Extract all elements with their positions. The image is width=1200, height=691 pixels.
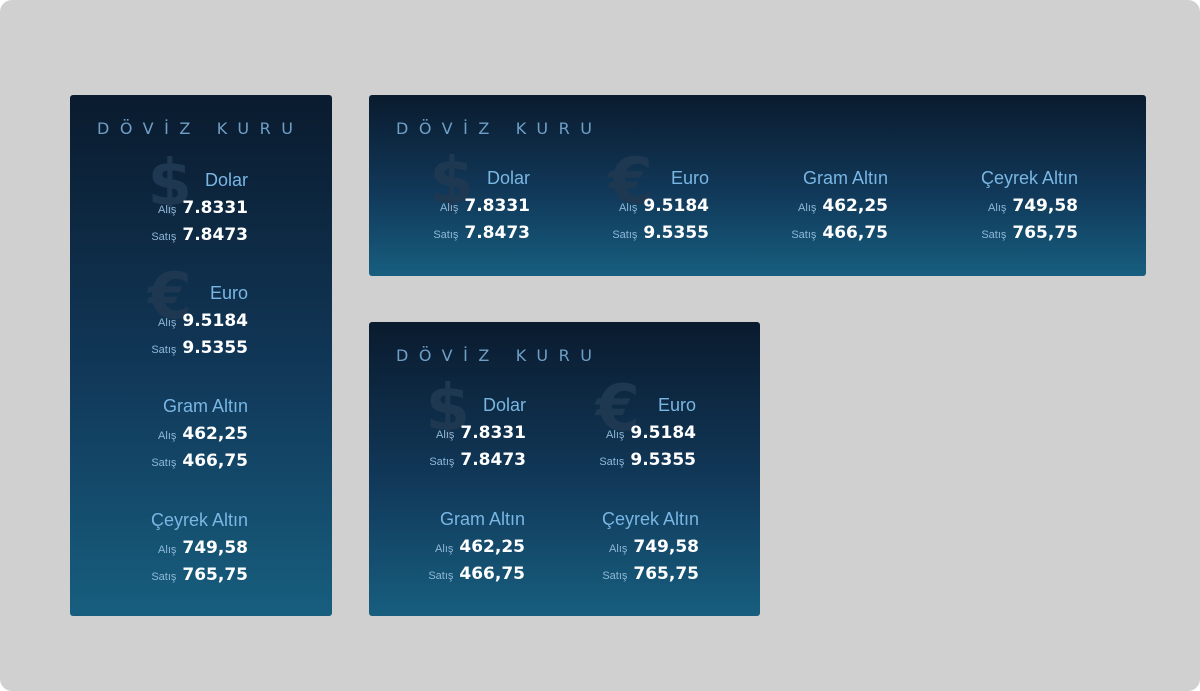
buy-label: Alış [158, 204, 177, 216]
sell-label: Satış [791, 229, 817, 241]
currency-widget-grid: DÖVİZ KURU $ Dolar Alış 7.8331 Satış 7.84… [369, 322, 760, 616]
buy-label: Alış [988, 202, 1007, 214]
buy-value: 7.8331 [182, 198, 248, 218]
sell-row: Satış 9.5355 [151, 338, 248, 358]
sell-label: Satış [602, 570, 628, 582]
buy-label: Alış [798, 202, 817, 214]
buy-row: Alış 462,25 [158, 424, 248, 444]
currency-item-ceyrek-altin: Çeyrek Altın Alış 749,58 Satış 765,75 [878, 168, 1078, 258]
sell-value: 9.5355 [630, 450, 696, 470]
buy-label: Alış [158, 317, 177, 329]
currency-name: Gram Altın [162, 396, 248, 416]
sell-value: 7.8473 [182, 225, 248, 245]
buy-label: Alış [158, 430, 177, 442]
buy-row: Alış 749,58 [988, 196, 1078, 216]
sell-value: 765,75 [1012, 223, 1078, 243]
buy-value: 9.5184 [630, 423, 696, 443]
sell-row: Satış 466,75 [151, 451, 248, 471]
sell-label: Satış [981, 229, 1007, 241]
currency-name: Gram Altın [802, 168, 888, 188]
currency-item-gram-altin: Gram Altın Alış 462,25 Satış 466,75 [48, 396, 248, 486]
currency-item-dolar: $ Dolar Alış 7.8331 Satış 7.8473 [48, 152, 248, 260]
currency-item-ceyrek-altin: Çeyrek Altın Alış 749,58 Satış 765,75 [499, 509, 699, 599]
buy-row: Alış 7.8331 [158, 198, 248, 218]
currency-item-ceyrek-altin: Çeyrek Altın Alış 749,58 Satış 765,75 [48, 510, 248, 600]
buy-label: Alış [609, 543, 628, 555]
sell-label: Satış [429, 456, 455, 468]
currency-item-gram-altin: Gram Altın Alış 462,25 Satış 466,75 [325, 509, 525, 599]
currency-name: Çeyrek Altın [150, 510, 248, 530]
buy-row: Alış 749,58 [609, 537, 699, 557]
sell-row: Satış 765,75 [602, 564, 699, 584]
buy-value: 749,58 [182, 538, 248, 558]
background-frame: DÖVİZ KURU $ Dolar Alış 7.8331 Satış 7.84… [0, 0, 1200, 691]
widget-title: DÖVİZ KURU [97, 119, 304, 138]
sell-value: 466,75 [182, 451, 248, 471]
buy-row: Alış 462,25 [798, 196, 888, 216]
sell-label: Satış [151, 231, 177, 243]
sell-label: Satış [612, 229, 638, 241]
buy-label: Alış [606, 429, 625, 441]
buy-label: Alış [158, 544, 177, 556]
buy-value: 462,25 [182, 424, 248, 444]
sell-label: Satış [151, 344, 177, 356]
sell-label: Satış [151, 571, 177, 583]
currency-name: Euro [657, 395, 696, 415]
buy-value: 749,58 [1012, 196, 1078, 216]
widget-title: DÖVİZ KURU [396, 346, 603, 365]
currency-item-euro: € Euro Alış 9.5184 Satış 9.5355 [509, 150, 709, 258]
currency-name: Çeyrek Altın [980, 168, 1078, 188]
currency-name: Çeyrek Altın [601, 509, 699, 529]
buy-label: Alış [619, 202, 638, 214]
widget-title: DÖVİZ KURU [396, 119, 603, 138]
buy-value: 749,58 [633, 537, 699, 557]
sell-row: Satış 9.5355 [599, 450, 696, 470]
sell-label: Satış [151, 457, 177, 469]
sell-label: Satış [428, 570, 454, 582]
sell-row: Satış 466,75 [791, 223, 888, 243]
sell-label: Satış [433, 229, 459, 241]
currency-item-gram-altin: Gram Altın Alış 462,25 Satış 466,75 [688, 168, 888, 258]
currency-name: Dolar [204, 170, 248, 190]
sell-value: 765,75 [633, 564, 699, 584]
sell-value: 765,75 [182, 565, 248, 585]
sell-row: Satış 765,75 [151, 565, 248, 585]
sell-row: Satış 765,75 [981, 223, 1078, 243]
currency-item-dolar: $ Dolar Alış 7.8331 Satış 7.8473 [330, 150, 530, 258]
sell-value: 9.5355 [182, 338, 248, 358]
buy-label: Alış [436, 429, 455, 441]
buy-label: Alış [440, 202, 459, 214]
buy-value: 9.5184 [182, 311, 248, 331]
sell-row: Satış 7.8473 [151, 225, 248, 245]
buy-label: Alış [435, 543, 454, 555]
buy-row: Alış 749,58 [158, 538, 248, 558]
currency-name: Euro [209, 283, 248, 303]
currency-item-euro: € Euro Alış 9.5184 Satış 9.5355 [496, 377, 696, 485]
currency-item-euro: € Euro Alış 9.5184 Satış 9.5355 [48, 265, 248, 373]
currency-widget-horizontal: DÖVİZ KURU $ Dolar Alış 7.8331 Satış 7.84… [369, 95, 1146, 276]
buy-row: Alış 9.5184 [158, 311, 248, 331]
currency-widget-vertical: DÖVİZ KURU $ Dolar Alış 7.8331 Satış 7.84… [70, 95, 332, 616]
sell-label: Satış [599, 456, 625, 468]
buy-row: Alış 9.5184 [606, 423, 696, 443]
